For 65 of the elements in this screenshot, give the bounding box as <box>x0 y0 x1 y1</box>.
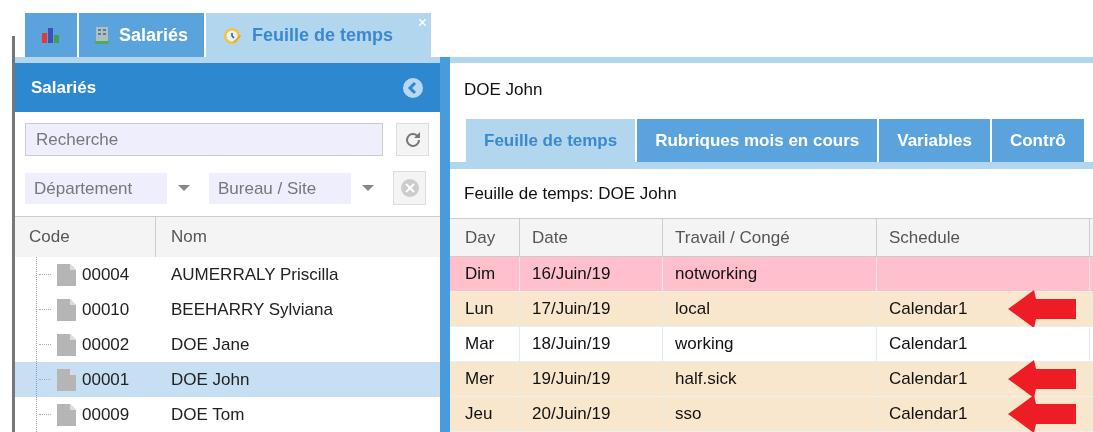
panel-title: Salariés <box>31 76 97 99</box>
arrow-icon <box>1008 395 1076 432</box>
table-cell-text: working <box>675 333 734 356</box>
clear-icon <box>399 178 420 199</box>
employee-name: BEEHARRY Sylviana <box>170 298 333 321</box>
timesheet-row[interactable]: Jeu 20/Juin/19 sso Calendar1 <box>450 397 1093 432</box>
column-header[interactable]: Date <box>520 218 663 256</box>
employee-name: DOE John <box>170 368 250 391</box>
table-cell-text: Calendar1 <box>889 333 968 356</box>
document-icon <box>57 333 76 356</box>
table-cell-text: Calendar1 <box>889 403 968 426</box>
table-cell-text: 20/Juin/19 <box>532 403 611 426</box>
table-cell-text: local <box>675 298 710 321</box>
arrow-icon <box>1008 290 1076 328</box>
table-cell-text: Mer <box>465 368 495 391</box>
column-header[interactable]: Travail / Congé <box>663 218 877 256</box>
table-cell-text: 19/Juin/19 <box>532 368 611 391</box>
employee-code: 00004 <box>82 263 130 286</box>
building-icon <box>95 26 109 44</box>
document-icon <box>57 298 76 321</box>
table-cell-text: Dim <box>465 263 496 286</box>
employee-name: DOE Tom <box>170 403 245 426</box>
table-cell-text: Calendar1 <box>889 298 968 321</box>
table-cell-text: half.sick <box>675 368 737 391</box>
arrow-icon <box>1008 360 1076 398</box>
refresh-button[interactable] <box>396 123 429 157</box>
bar-chart-icon <box>41 27 61 43</box>
document-icon <box>57 403 76 426</box>
table-cell-text: 17/Juin/19 <box>532 298 611 321</box>
sheet-title: Feuille de temps: DOE John <box>463 182 678 205</box>
table-cell-text: Mar <box>465 333 495 356</box>
employee-title: DOE John <box>463 79 544 102</box>
employee-row[interactable]: 00009 DOE Tom <box>15 397 440 432</box>
clear-button[interactable] <box>393 171 426 206</box>
table-cell-text: Jeu <box>465 403 493 426</box>
clock-icon <box>222 25 243 45</box>
employee-row[interactable]: 00004 AUMERRALY Priscilla <box>15 257 440 292</box>
employee-code: 00001 <box>82 368 130 391</box>
employee-code: 00009 <box>82 403 130 426</box>
table-cell-text: 18/Juin/19 <box>532 333 611 356</box>
document-icon <box>57 368 76 391</box>
employee-name: DOE Jane <box>170 333 250 356</box>
employee-row[interactable]: 00010 BEEHARRY Sylviana <box>15 292 440 327</box>
employee-code: 00010 <box>82 298 130 321</box>
timesheet-row[interactable]: Mar 18/Juin/19 working Calendar1 <box>450 327 1093 362</box>
employee-row[interactable]: 00002 DOE Jane <box>15 327 440 362</box>
employee-code: 00002 <box>82 333 130 356</box>
table-cell-text: Lun <box>465 298 494 321</box>
column-header[interactable]: Code <box>15 217 156 257</box>
employee-row[interactable]: 00001 DOE John <box>15 362 440 397</box>
tab[interactable] <box>25 13 77 57</box>
employee-name: AUMERRALY Priscilla <box>170 263 339 286</box>
column-header[interactable]: Schedule <box>877 218 1090 256</box>
table-cell-text: Calendar1 <box>889 368 968 391</box>
table-cell-text: notworking <box>675 263 758 286</box>
table-cell-text: sso <box>675 403 702 426</box>
column-header[interactable]: Day <box>453 218 520 256</box>
search-field[interactable]: Recherche <box>25 123 383 157</box>
timesheet-row[interactable]: Mer 19/Juin/19 half.sick Calendar1 <box>450 362 1093 397</box>
collapse-icon[interactable] <box>402 76 424 99</box>
timesheet-row[interactable]: Lun 17/Juin/19 local Calendar1 <box>450 292 1093 327</box>
document-icon <box>57 263 76 286</box>
timesheet-row[interactable]: Dim 16/Juin/19 notworking <box>450 257 1093 292</box>
column-header[interactable]: Nom <box>156 217 440 257</box>
table-cell-text: 16/Juin/19 <box>532 263 611 286</box>
